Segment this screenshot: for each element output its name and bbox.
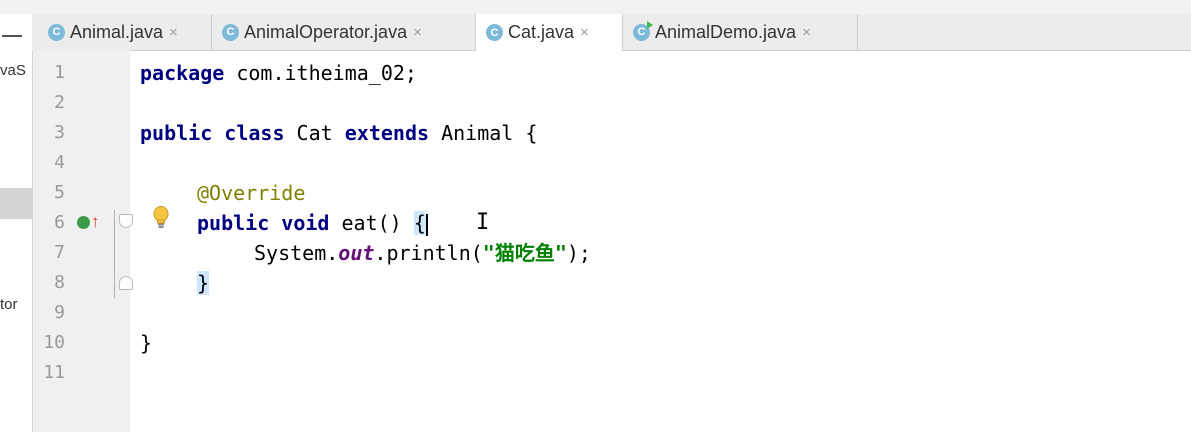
- close-icon[interactable]: ×: [169, 24, 178, 41]
- close-icon[interactable]: ×: [413, 24, 422, 41]
- tab-animaldemo-java[interactable]: C AnimalDemo.java ×: [623, 14, 858, 50]
- run-marker-icon: [647, 20, 653, 29]
- line-number: 9: [54, 302, 65, 323]
- keyword: extends: [344, 121, 430, 145]
- line-number: 10: [43, 332, 65, 353]
- code-line-10[interactable]: }: [140, 328, 152, 358]
- code-line-6[interactable]: public void eat() {: [197, 208, 428, 238]
- lightbulb-icon[interactable]: [152, 206, 170, 230]
- tab-cat-java[interactable]: C Cat.java ×: [476, 14, 623, 51]
- override-indicator-icon[interactable]: [77, 216, 90, 229]
- line-number: 5: [54, 182, 65, 203]
- close-icon[interactable]: ×: [580, 24, 589, 41]
- up-arrow-icon[interactable]: ↑: [91, 212, 100, 232]
- class-icon: C: [222, 23, 239, 41]
- runnable-class-icon: C: [633, 20, 653, 41]
- code-text: );: [566, 241, 591, 265]
- tab-animal-java[interactable]: C Animal.java ×: [38, 14, 212, 50]
- tab-label: AnimalDemo.java: [655, 21, 797, 42]
- static-field: out: [338, 241, 375, 265]
- tab-label: AnimalOperator.java: [244, 21, 408, 42]
- line-number: 8: [54, 272, 65, 293]
- keyword: void: [281, 211, 330, 235]
- project-item-fragment-2[interactable]: tor: [0, 296, 18, 313]
- class-icon: C: [48, 23, 65, 41]
- class-icon: C: [486, 24, 503, 41]
- keyword: public: [140, 121, 213, 145]
- code-line-8[interactable]: }: [197, 268, 210, 298]
- top-strip: [0, 0, 1191, 14]
- keyword: public: [197, 211, 270, 235]
- fold-end-icon[interactable]: [119, 276, 133, 290]
- line-number: 1: [54, 62, 65, 83]
- code-text: System.: [254, 241, 339, 265]
- code-line-1[interactable]: package com.itheima_02;: [140, 58, 417, 88]
- code-line-5[interactable]: @Override: [197, 178, 305, 208]
- code-text: .println(: [374, 241, 483, 265]
- text-caret: [425, 213, 428, 236]
- tab-label: Animal.java: [70, 21, 164, 42]
- code-text: Animal {: [429, 121, 538, 145]
- string-literal: "猫吃鱼": [482, 241, 567, 265]
- line-number: 6: [54, 212, 65, 233]
- fold-icon[interactable]: [119, 214, 133, 228]
- line-number: 3: [54, 122, 65, 143]
- line-number: 11: [43, 362, 65, 383]
- code-text: com.itheima_02;: [224, 61, 417, 85]
- project-item-fragment[interactable]: vaS: [0, 62, 26, 79]
- keyword: class: [224, 121, 285, 145]
- close-icon[interactable]: ×: [802, 24, 811, 41]
- method-signature: eat(): [329, 211, 414, 235]
- code-line-3[interactable]: public class Cat extends Animal {: [140, 118, 537, 148]
- matched-brace: {: [413, 211, 426, 235]
- code-line-7[interactable]: System.out.println("猫吃鱼");: [254, 238, 591, 268]
- class-name: Cat: [284, 121, 345, 145]
- line-number: 7: [54, 242, 65, 263]
- class-letter: C: [637, 26, 646, 38]
- line-number: 4: [54, 152, 65, 173]
- line-number: 2: [54, 92, 65, 113]
- tab-animaloperator-java[interactable]: C AnimalOperator.java ×: [212, 14, 476, 50]
- editor-tab-bar: C Animal.java × C AnimalOperator.java × …: [32, 14, 1191, 51]
- keyword: package: [140, 61, 225, 85]
- project-panel: vaS tor: [0, 14, 33, 432]
- fold-guide: [114, 210, 115, 298]
- tab-label: Cat.java: [508, 22, 575, 42]
- code-text: }: [140, 331, 153, 355]
- project-selected-row[interactable]: [0, 188, 32, 219]
- matched-brace: }: [197, 271, 210, 295]
- mouse-ibeam-cursor: I: [476, 210, 490, 235]
- panel-minimize-icon[interactable]: [2, 35, 22, 37]
